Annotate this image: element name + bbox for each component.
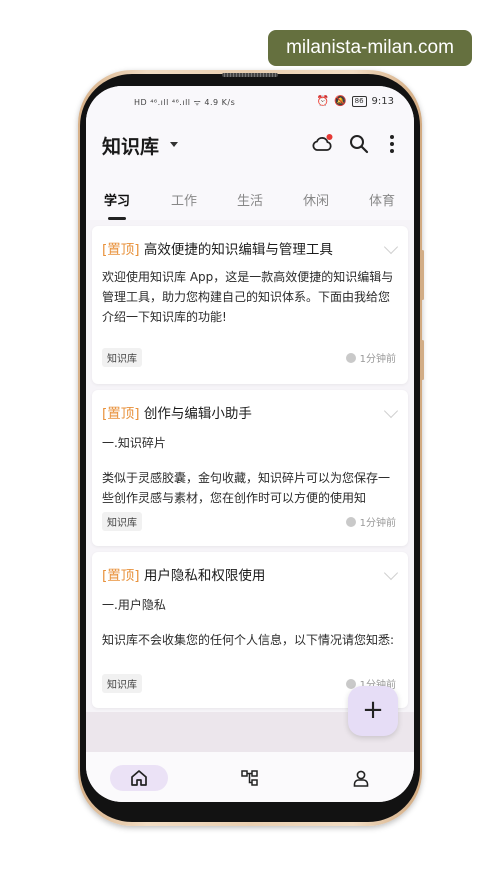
tab-work[interactable]: 工作 bbox=[171, 190, 197, 209]
app-screen: HD ⁴⁶.ıll ⁴⁶.ıll ᯤ 4.9 K/s ⏰ 🔕 86 9:13 知… bbox=[86, 86, 414, 802]
card-body: 知识库不会收集您的任何个人信息，以下情况请您知悉: bbox=[102, 633, 395, 647]
card-time-text: 1分钟前 bbox=[359, 354, 396, 365]
expand-chevron-icon[interactable] bbox=[383, 403, 399, 419]
watermark: milanista-milan.com bbox=[268, 30, 472, 66]
profile-icon[interactable] bbox=[351, 768, 371, 788]
card-body: 类似于灵感胶囊，金句收藏，知识碎片可以为您保存一些创作灵感与素材，您在创作时可以… bbox=[102, 471, 391, 505]
status-time: 9:13 bbox=[371, 96, 394, 107]
clock-icon bbox=[345, 352, 356, 363]
note-card[interactable]: [置顶] 高效便捷的知识编辑与管理工具 欢迎使用知识库 App，这是一款高效便捷… bbox=[92, 226, 408, 384]
card-tag[interactable]: 知识库 bbox=[102, 348, 142, 367]
pinned-label: [置顶] bbox=[102, 406, 140, 422]
clock-icon bbox=[345, 516, 356, 527]
earpiece-speaker bbox=[222, 73, 278, 77]
mute-icon: 🔕 bbox=[334, 96, 347, 107]
volume-button bbox=[421, 250, 424, 300]
tab-study[interactable]: 学习 bbox=[104, 190, 130, 209]
more-vert-icon[interactable] bbox=[380, 132, 404, 156]
card-time: 1分钟前 bbox=[345, 350, 396, 365]
card-title-text: 高效便捷的知识编辑与管理工具 bbox=[143, 242, 333, 258]
card-body: 欢迎使用知识库 App，这是一款高效便捷的知识编辑与管理工具，助力您构建自己的知… bbox=[102, 270, 394, 324]
tab-sports[interactable]: 体育 bbox=[369, 190, 395, 209]
card-title: [置顶] 高效便捷的知识编辑与管理工具 bbox=[102, 238, 333, 258]
add-note-button[interactable]: + bbox=[348, 686, 398, 736]
card-title: [置顶] 创作与编辑小助手 bbox=[102, 402, 252, 422]
pinned-label: [置顶] bbox=[102, 568, 140, 584]
cloud-sync-icon[interactable] bbox=[310, 132, 334, 156]
status-bar: HD ⁴⁶.ıll ⁴⁶.ıll ᯤ 4.9 K/s ⏰ 🔕 86 9:13 bbox=[86, 86, 414, 122]
search-icon[interactable] bbox=[347, 132, 371, 156]
card-title-text: 用户隐私和权限使用 bbox=[143, 568, 266, 584]
expand-chevron-icon[interactable] bbox=[383, 565, 399, 581]
structure-icon[interactable] bbox=[240, 768, 260, 788]
card-title-text: 创作与编辑小助手 bbox=[143, 406, 252, 422]
active-tab-indicator bbox=[108, 217, 126, 220]
tab-leisure[interactable]: 休闲 bbox=[303, 190, 329, 209]
note-card[interactable]: [置顶] 创作与编辑小助手 一.知识碎片 类似于灵感胶囊，金句收藏，知识碎片可以… bbox=[92, 390, 408, 546]
signal-indicators: HD ⁴⁶.ıll ⁴⁶.ıll ᯤ 4.9 K/s bbox=[134, 98, 236, 107]
tab-life[interactable]: 生活 bbox=[237, 190, 263, 209]
card-subheading: 一.知识碎片 bbox=[102, 436, 166, 450]
power-button bbox=[421, 340, 424, 380]
card-time-text: 1分钟前 bbox=[359, 518, 396, 529]
note-card[interactable]: [置顶] 用户隐私和权限使用 一.用户隐私 知识库不会收集您的任何个人信息，以下… bbox=[92, 552, 408, 708]
category-tabs: 学习 工作 生活 休闲 体育 bbox=[86, 172, 414, 220]
pinned-label: [置顶] bbox=[102, 242, 140, 258]
card-title: [置顶] 用户隐私和权限使用 bbox=[102, 564, 265, 584]
card-time: 1分钟前 bbox=[345, 514, 396, 529]
expand-chevron-icon[interactable] bbox=[383, 239, 399, 255]
battery-indicator: 86 bbox=[351, 96, 367, 107]
library-dropdown-icon[interactable] bbox=[170, 142, 178, 147]
app-bar: 知识库 bbox=[86, 122, 414, 172]
status-right: ⏰ 🔕 86 9:13 bbox=[317, 96, 394, 107]
add-label: + bbox=[362, 695, 384, 725]
bottom-navigation bbox=[86, 752, 414, 802]
home-icon[interactable] bbox=[129, 768, 149, 788]
sync-badge bbox=[326, 134, 333, 140]
library-title[interactable]: 知识库 bbox=[102, 132, 159, 159]
card-subheading: 一.用户隐私 bbox=[102, 598, 166, 612]
card-tag[interactable]: 知识库 bbox=[102, 512, 142, 531]
alarm-icon: ⏰ bbox=[316, 96, 330, 107]
card-tag[interactable]: 知识库 bbox=[102, 674, 142, 693]
